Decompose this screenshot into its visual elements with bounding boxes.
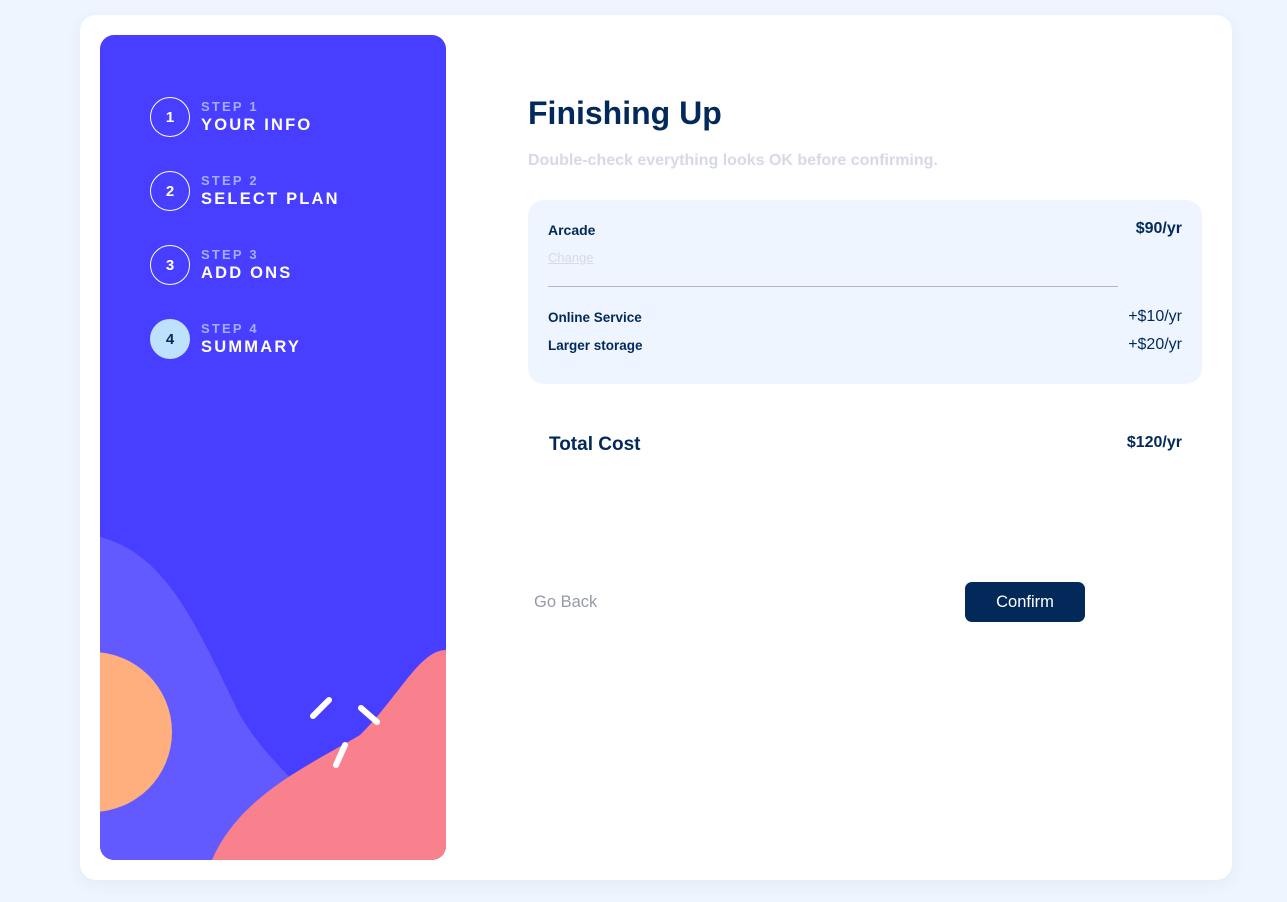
total-price: $120/yr [1126,434,1182,451]
step-number: 2 [150,171,190,211]
step-item-3[interactable]: 3 STEP 3 ADD ONS [150,245,340,285]
step-item-1[interactable]: 1 STEP 1 YOUR INFO [150,97,340,137]
addon-row: Larger storage +$20/yr [548,335,1182,355]
step-title: YOUR INFO [201,116,313,134]
summary-box: Arcade Change $90/yr Online Service +$10… [528,200,1202,384]
addon-row: Online Service +$10/yr [548,307,1182,327]
step-number-active: 4 [150,319,190,359]
total-label: Total Cost [549,434,641,455]
step-list: 1 STEP 1 YOUR INFO 2 STEP 2 SELECT PLAN … [150,97,340,393]
main-content: Finishing Up Double-check everything loo… [528,15,1202,880]
step-item-4[interactable]: 4 STEP 4 SUMMARY [150,319,340,359]
page-subtitle: Double-check everything looks OK before … [528,152,938,169]
step-item-2[interactable]: 2 STEP 2 SELECT PLAN [150,171,340,211]
step-number: 3 [150,245,190,285]
sidebar: 1 STEP 1 YOUR INFO 2 STEP 2 SELECT PLAN … [100,35,446,860]
plan-price: $90/yr [1135,220,1182,237]
step-title: ADD ONS [201,264,293,282]
addon-price: +$20/yr [1128,336,1182,353]
confirm-button[interactable]: Confirm [965,582,1085,622]
form-card: 1 STEP 1 YOUR INFO 2 STEP 2 SELECT PLAN … [80,15,1232,880]
change-plan-link[interactable]: Change [548,250,594,265]
divider [548,286,1118,287]
step-number: 1 [150,97,190,137]
step-title: SUMMARY [201,338,302,356]
addon-price: +$10/yr [1128,308,1182,325]
go-back-button[interactable]: Go Back [534,593,597,612]
addon-name: Online Service [548,309,642,325]
step-label: STEP 4 [201,321,259,336]
addon-name: Larger storage [548,337,643,353]
step-label: STEP 3 [201,247,259,262]
step-label: STEP 1 [201,99,259,114]
plan-name: Arcade [548,222,596,238]
step-title: SELECT PLAN [201,190,340,208]
page-title: Finishing Up [528,95,722,131]
step-label: STEP 2 [201,173,259,188]
